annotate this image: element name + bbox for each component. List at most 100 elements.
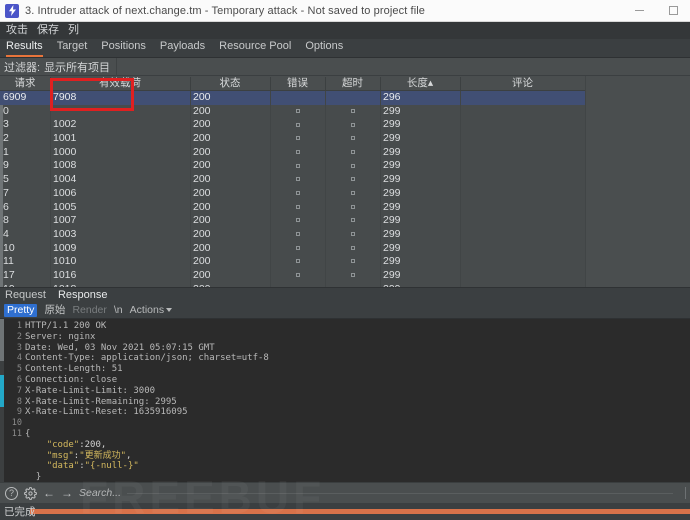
cell-comment [460,159,585,173]
filter-bar[interactable]: 过滤器: 显示所有项目 [0,58,690,76]
menu-item-attack[interactable]: 攻击 [6,25,28,36]
maximize-icon [669,6,678,15]
arrow-left-icon[interactable]: ← [43,487,55,499]
results-table[interactable]: 请求 有效载荷 状态 错误 超时 长度▴ 评论 6909790820029602… [0,76,690,288]
filter-separator [116,58,117,76]
column-header-payload[interactable]: 有效载荷 [50,76,190,91]
cell-error [270,228,325,242]
cell-timeout [325,201,380,215]
code-line: } [25,472,690,482]
arrow-right-icon[interactable]: → [61,487,73,499]
checkbox-icon [296,205,300,209]
tab-request[interactable]: Request [5,290,46,301]
cell-payload: 1007 [50,214,190,228]
code-line: Server: nginx [25,332,690,343]
sort-indicator-icon: ▴ [428,77,433,89]
view-newline-button[interactable]: \n [114,305,123,316]
cell-error [270,269,325,283]
tab-results[interactable]: Results [6,41,43,57]
cell-request: 10 [0,242,50,256]
view-pretty-button[interactable]: Pretty [4,304,37,317]
checkbox-icon [351,136,355,140]
search-divider [127,493,673,494]
response-scrollbar-thumb[interactable] [0,319,4,361]
tab-target[interactable]: Target [57,41,88,57]
filter-label: 过滤器: [4,59,40,75]
column-header-length-label: 长度 [407,77,428,89]
response-body-pane[interactable]: 1234567891011 HTTP/1.1 200 OKServer: ngi… [0,319,690,482]
cell-payload: 1006 [50,187,190,201]
view-render-button[interactable]: Render [72,305,106,316]
tab-options[interactable]: Options [305,41,343,57]
checkbox-icon [351,164,355,168]
minimize-button[interactable] [622,0,656,22]
cell-error [270,255,325,269]
column-header-error[interactable]: 错误 [270,76,325,91]
cell-length: 296 [380,91,460,105]
cell-payload: 1008 [50,159,190,173]
column-header-request[interactable]: 请求 [0,76,50,91]
cell-request: 4 [0,228,50,242]
search-input[interactable]: Search... [79,487,121,499]
cell-payload: 7908 [50,91,190,105]
cell-status: 200 [190,146,270,160]
checkbox-icon [351,177,355,181]
response-code-text[interactable]: HTTP/1.1 200 OKServer: nginxDate: Wed, 0… [22,319,690,482]
cell-timeout [325,132,380,146]
code-line: "code":200, [25,440,690,451]
cell-timeout [325,146,380,160]
cell-request: 6 [0,201,50,215]
view-raw-button[interactable]: 原始 [44,305,65,316]
menu-item-save[interactable]: 保存 [37,25,59,36]
cell-request: 6909 [0,91,50,105]
checkbox-icon [351,246,355,250]
cell-comment [460,118,585,132]
column-header-status[interactable]: 状态 [190,76,270,91]
menu-item-columns[interactable]: 列 [68,25,79,36]
cell-comment [460,105,585,119]
cell-comment [460,283,585,287]
chevron-down-icon [166,308,172,312]
code-line: Connection: close [25,375,690,386]
window-controls [622,0,690,21]
cell-length: 299 [380,159,460,173]
column-header-comment[interactable]: 评论 [460,76,585,91]
checkbox-icon [351,191,355,195]
cell-error [270,187,325,201]
help-icon[interactable]: ? [5,487,18,500]
cell-status: 200 [190,255,270,269]
cell-comment [460,146,585,160]
tab-positions[interactable]: Positions [101,41,146,57]
column-header-length[interactable]: 长度▴ [380,76,460,91]
checkbox-icon [296,123,300,127]
gear-icon[interactable] [24,487,37,500]
code-line: Content-Type: application/json; charset=… [25,353,690,364]
checkbox-icon [296,177,300,181]
checkbox-icon [351,123,355,127]
response-scrollbar-marker[interactable] [0,375,4,407]
cell-payload: 1001 [50,132,190,146]
response-scrollbar[interactable] [0,319,4,482]
maximize-button[interactable] [656,0,690,22]
tab-payloads[interactable]: Payloads [160,41,205,57]
view-mode-bar: Pretty 原始 Render \n Actions [0,303,690,319]
cell-status: 200 [190,242,270,256]
checkbox-icon [351,232,355,236]
code-line: { [25,429,690,440]
cell-status: 200 [190,201,270,215]
cell-error [270,283,325,287]
search-bar-handle[interactable] [685,487,686,499]
cell-comment [460,242,585,256]
actions-menu-button[interactable]: Actions [130,305,172,316]
code-line: HTTP/1.1 200 OK [25,321,690,332]
cell-payload: 1005 [50,201,190,215]
cell-error [270,132,325,146]
checkbox-icon [296,259,300,263]
checkbox-icon [296,273,300,277]
cell-request: 7 [0,187,50,201]
cell-length: 299 [380,118,460,132]
tab-resource-pool[interactable]: Resource Pool [219,41,291,57]
cell-payload: 1009 [50,242,190,256]
column-header-timeout[interactable]: 超时 [325,76,380,91]
tab-response[interactable]: Response [58,290,108,301]
